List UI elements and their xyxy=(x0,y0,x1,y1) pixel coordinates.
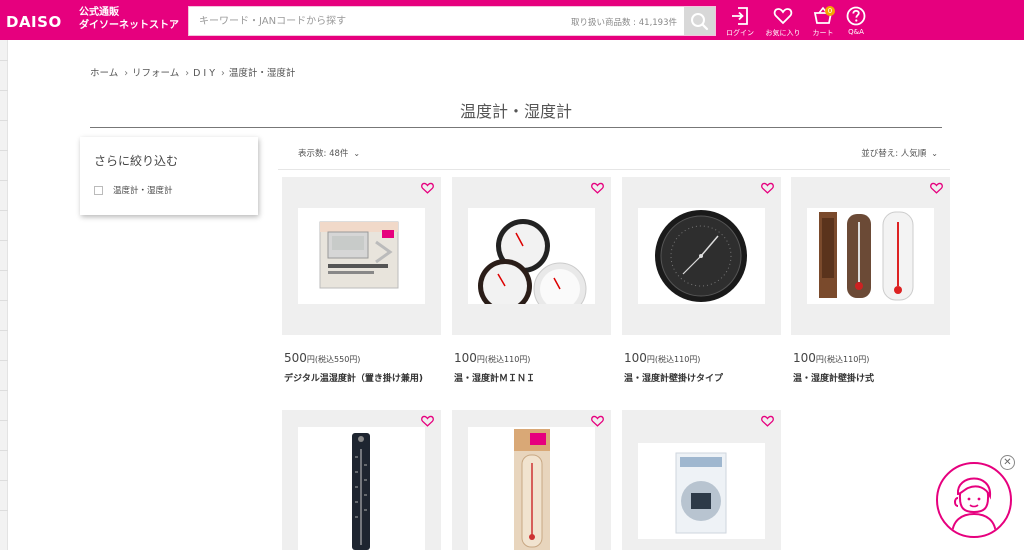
product-image[interactable] xyxy=(807,208,934,304)
qa-button[interactable]: Q&A xyxy=(836,6,876,40)
product-name[interactable]: 温・湿度計ＭＩＮＩ xyxy=(454,371,535,384)
favorite-heart-icon[interactable] xyxy=(591,182,604,194)
product-name[interactable]: デジタル温湿度計（置き掛け兼用) xyxy=(284,371,423,384)
product-price: 100円(税込110円) xyxy=(624,347,700,366)
favorite-heart-icon[interactable] xyxy=(761,415,774,427)
close-icon[interactable]: ✕ xyxy=(1000,455,1015,470)
cart-count-badge: 0 xyxy=(825,6,835,16)
search-button[interactable] xyxy=(684,7,715,35)
filter-checkbox[interactable] xyxy=(94,185,103,195)
item-count: 取り扱い商品数 : 41,193件 xyxy=(570,18,677,28)
support-agent-avatar-icon xyxy=(951,477,997,536)
favorites-label: お気に入り xyxy=(765,29,801,37)
product-price: 100円(税込110円) xyxy=(793,347,869,366)
svg-text:DAISO: DAISO xyxy=(6,13,62,30)
price-tax: (税込110円) xyxy=(484,355,531,364)
breadcrumb-separator: › xyxy=(185,68,190,79)
search-bar: 取り扱い商品数 : 41,193件 xyxy=(188,6,716,36)
product-price: 500円(税込550円) xyxy=(284,347,360,366)
breadcrumb-reform[interactable]: リフォーム xyxy=(132,68,179,79)
breadcrumb-separator: › xyxy=(124,68,129,79)
product-image[interactable] xyxy=(298,208,425,304)
product-name[interactable]: 温・湿度計壁掛けタイプ xyxy=(624,371,723,384)
page-title: 温度計・湿度計 xyxy=(459,102,572,121)
brand-line-1: 公式通販 xyxy=(79,7,119,18)
filter-option-label: 温度計・湿度計 xyxy=(113,186,173,196)
price-tax: (税込110円) xyxy=(654,355,701,364)
breadcrumb: ホーム › リフォーム › D I Y › 温度計・湿度計 xyxy=(90,65,295,79)
login-icon xyxy=(732,7,748,25)
chevron-down-icon: ⌄ xyxy=(931,149,938,158)
search-input[interactable] xyxy=(189,7,569,35)
breadcrumb-current: 温度計・湿度計 xyxy=(228,68,296,79)
favorite-heart-icon[interactable] xyxy=(421,182,434,194)
question-icon xyxy=(846,6,866,26)
sort-label: 並び替え: 人気順 xyxy=(861,149,927,159)
price-value: 100 xyxy=(624,351,647,365)
brand-line-2: ダイソーネットストア xyxy=(79,20,179,31)
price-value: 100 xyxy=(793,351,816,365)
favorite-heart-icon[interactable] xyxy=(421,415,434,427)
price-unit: 円 xyxy=(306,355,315,364)
product-image[interactable] xyxy=(468,427,595,550)
login-button[interactable]: ログイン xyxy=(720,6,760,40)
price-value: 100 xyxy=(454,351,477,365)
qa-label: Q&A xyxy=(848,28,864,36)
product-price: 100円(税込110円) xyxy=(454,347,530,366)
price-value: 500 xyxy=(284,351,307,365)
daiso-logo[interactable]: DAISO xyxy=(6,12,74,30)
heart-icon xyxy=(773,8,793,25)
per-page-label: 表示数: 48件 xyxy=(298,149,349,159)
product-image[interactable] xyxy=(298,427,425,550)
favorite-heart-icon[interactable] xyxy=(761,182,774,194)
site-header: DAISO 公式通販 ダイソーネットストア 取り扱い商品数 : 41,193件 … xyxy=(0,0,1024,40)
search-icon xyxy=(691,13,709,31)
filter-option[interactable]: 温度計・湿度計 xyxy=(94,184,173,196)
breadcrumb-separator: › xyxy=(221,68,225,79)
chevron-down-icon: ⌄ xyxy=(353,149,361,158)
filter-title: さらに絞り込む xyxy=(94,154,179,168)
favorite-heart-icon[interactable] xyxy=(930,182,943,194)
product-image[interactable] xyxy=(468,208,595,304)
product-image[interactable] xyxy=(638,443,765,539)
favorite-heart-icon[interactable] xyxy=(591,415,604,427)
product-image[interactable] xyxy=(638,208,765,304)
filter-panel: さらに絞り込む 温度計・湿度計 xyxy=(80,137,258,215)
store-brand[interactable]: 公式通販 ダイソーネットストア xyxy=(79,6,179,32)
price-unit: 円 xyxy=(476,355,485,364)
price-unit: 円 xyxy=(646,355,655,364)
sort-select[interactable]: 並び替え: 人気順 ⌄ xyxy=(861,147,938,159)
product-name[interactable]: 温・湿度計壁掛け式 xyxy=(793,371,874,384)
breadcrumb-home[interactable]: ホーム xyxy=(90,68,118,79)
price-tax: (税込110円) xyxy=(823,355,870,364)
favorites-button[interactable]: お気に入り xyxy=(763,6,803,40)
title-divider xyxy=(90,127,942,128)
price-tax: (税込550円) xyxy=(314,355,361,364)
price-unit: 円 xyxy=(815,355,824,364)
login-label: ログイン xyxy=(726,29,754,37)
listing-toolbar: 表示数: 48件 ⌄ 並び替え: 人気順 ⌄ xyxy=(278,136,950,170)
support-chat-button[interactable] xyxy=(936,462,1012,538)
per-page-select[interactable]: 表示数: 48件 ⌄ xyxy=(298,147,360,159)
left-edge-rail xyxy=(0,40,8,550)
breadcrumb-diy[interactable]: D I Y xyxy=(193,68,215,79)
